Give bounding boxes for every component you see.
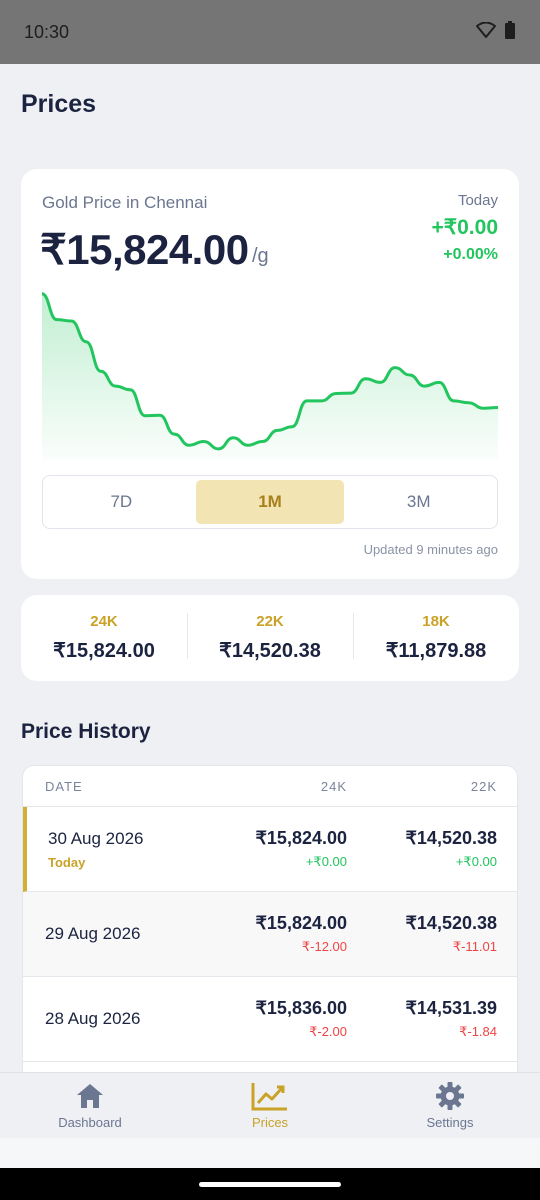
karat-label: 18K: [422, 613, 450, 630]
status-time: 10:30: [24, 21, 70, 42]
nav-label: Prices: [251, 1115, 289, 1130]
range-selector: 7D 1M 3M: [42, 475, 498, 529]
row-price-22k: ₹14,520.38: [405, 913, 497, 933]
row-date: 28 Aug 2026: [45, 1009, 141, 1028]
nav-label: Settings: [426, 1115, 474, 1130]
nav-label: Dashboard: [58, 1115, 122, 1130]
row-date-cell: 29 Aug 2026: [45, 924, 187, 944]
status-bar: 10:30: [0, 0, 540, 64]
price-chart: [42, 292, 498, 460]
karat-label: 24K: [90, 613, 118, 630]
range-button-7d[interactable]: 7D: [47, 480, 196, 524]
row-date: 29 Aug 2026: [45, 924, 141, 943]
table-row[interactable]: 29 Aug 2026 ₹15,824.00 ₹-12.00 ₹14,520.3…: [23, 892, 517, 977]
row-change-22k: ₹-1.84: [459, 1024, 497, 1039]
row-price-24k: ₹15,824.00: [255, 913, 347, 933]
bottom-nav: Dashboard Prices Settings: [0, 1072, 540, 1138]
home-icon: [76, 1081, 104, 1111]
updated-timestamp: Updated 9 minutes ago: [363, 542, 498, 557]
row-price-24k: ₹15,836.00: [255, 998, 347, 1018]
current-price: ₹15,824.00: [40, 226, 249, 273]
row-date-cell: 30 Aug 2026 Today: [48, 829, 187, 870]
change-absolute: +₹0.00: [431, 216, 499, 239]
row-price-22k: ₹14,520.38: [405, 828, 497, 848]
battery-icon: [504, 20, 516, 44]
price-history-title: Price History: [21, 720, 151, 743]
nav-prices[interactable]: Prices: [180, 1073, 360, 1138]
row-22k-cell: ₹14,520.38 +₹0.00: [347, 828, 497, 870]
today-badge: Today: [48, 854, 86, 870]
row-22k-cell: ₹14,520.38 ₹-11.01: [347, 913, 497, 955]
row-22k-cell: ₹14,531.39 ₹-1.84: [347, 998, 497, 1040]
karat-price: ₹14,520.38: [219, 640, 321, 662]
today-label: Today: [457, 192, 498, 209]
row-change-22k: ₹-11.01: [452, 939, 497, 954]
system-nav-bar: [0, 1168, 540, 1200]
table-row[interactable]: 28 Aug 2026 ₹15,836.00 ₹-2.00 ₹14,531.39…: [23, 977, 517, 1062]
row-date: 30 Aug 2026: [48, 828, 144, 848]
karat-price: ₹11,879.88: [385, 640, 487, 662]
row-change-24k: ₹-12.00: [301, 939, 347, 954]
row-24k-cell: ₹15,836.00 ₹-2.00: [187, 998, 347, 1040]
row-price-22k: ₹14,531.39: [405, 998, 497, 1018]
gear-icon: [436, 1081, 464, 1111]
price-history-table[interactable]: DATE 24K 22K 30 Aug 2026 Today ₹15,824.0…: [22, 765, 518, 1075]
status-icons: [476, 20, 516, 44]
nav-settings[interactable]: Settings: [360, 1073, 540, 1138]
wifi-icon: [476, 21, 496, 43]
row-price-24k: ₹15,824.00: [255, 828, 347, 848]
header-22k: 22K: [470, 778, 497, 794]
karat-price: ₹15,824.00: [53, 640, 155, 662]
header-date: DATE: [45, 778, 83, 794]
city-label: Gold Price in Chennai: [42, 193, 208, 212]
row-date-cell: 28 Aug 2026: [45, 1009, 187, 1029]
table-header: DATE 24K 22K: [23, 766, 517, 807]
karat-24k: 24K ₹15,824.00: [21, 613, 187, 663]
table-row[interactable]: 30 Aug 2026 Today ₹15,824.00 +₹0.00 ₹14,…: [23, 807, 517, 892]
karat-22k: 22K ₹14,520.38: [187, 613, 353, 663]
row-change-24k: ₹-2.00: [309, 1024, 347, 1039]
karat-18k: 18K ₹11,879.88: [353, 613, 519, 663]
range-button-3m[interactable]: 3M: [344, 480, 493, 524]
karat-prices-card: 24K ₹15,824.00 22K ₹14,520.38 18K ₹11,87…: [21, 595, 519, 681]
trending-up-icon: [251, 1081, 289, 1111]
row-24k-cell: ₹15,824.00 +₹0.00: [187, 828, 347, 870]
range-button-1m[interactable]: 1M: [195, 480, 345, 524]
change-percent: +0.00%: [443, 246, 498, 263]
price-unit: /g: [252, 245, 269, 267]
page-title: Prices: [21, 90, 97, 118]
row-change-24k: +₹0.00: [305, 854, 347, 869]
header-24k: 24K: [320, 778, 347, 794]
karat-label: 22K: [256, 613, 284, 630]
gesture-area: [0, 1138, 540, 1168]
row-change-22k: +₹0.00: [455, 854, 497, 869]
home-handle[interactable]: [199, 1181, 341, 1187]
nav-dashboard[interactable]: Dashboard: [0, 1073, 180, 1138]
row-24k-cell: ₹15,824.00 ₹-12.00: [187, 913, 347, 955]
